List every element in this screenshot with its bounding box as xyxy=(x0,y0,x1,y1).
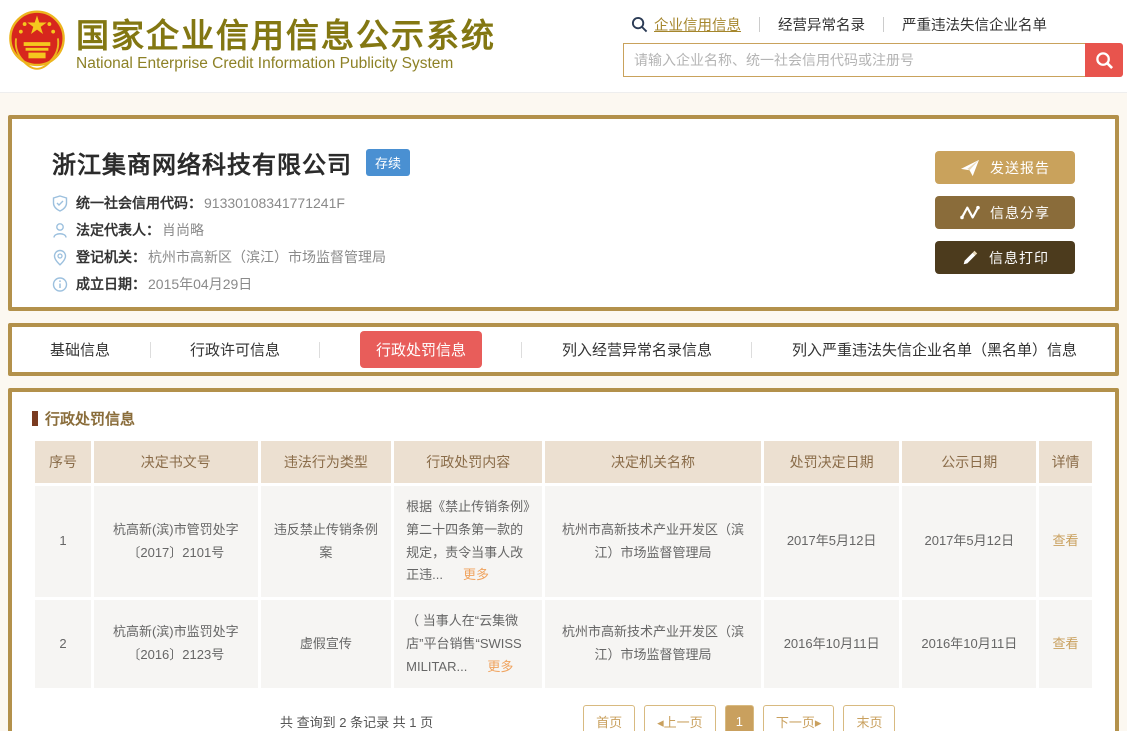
section-title-text: 行政处罚信息 xyxy=(45,408,135,429)
nav-separator xyxy=(883,17,884,32)
cell-penalty-content: 根据《禁止传销条例》第二十四条第一款的规定，责令当事人改正违...更多 xyxy=(394,486,542,597)
location-pin-icon xyxy=(52,249,68,266)
tab-abnormal-operations[interactable]: 列入经营异常名录信息 xyxy=(562,339,712,360)
field-registration-authority: 登记机关： 杭州市高新区（滨江）市场监督管理局 xyxy=(52,247,1085,267)
cell-doc-no: 杭高新(滨)市监罚处字〔2016〕2123号 xyxy=(94,600,258,688)
col-header-penalty-content: 行政处罚内容 xyxy=(394,441,542,483)
col-header-index: 序号 xyxy=(35,441,91,483)
last-page-button[interactable]: 末页 xyxy=(843,705,895,731)
credit-code-shield-icon xyxy=(52,195,68,212)
section-title: 行政处罚信息 xyxy=(32,408,1095,429)
info-circle-icon xyxy=(52,276,68,293)
col-header-publish-date: 公示日期 xyxy=(902,441,1036,483)
company-summary-card: 浙江集商网络科技有限公司 存续 统一社会信用代码： 91330108341771… xyxy=(8,115,1119,311)
send-report-button[interactable]: 发送报告 xyxy=(935,151,1075,184)
next-page-button[interactable]: 下一页▸ xyxy=(763,705,835,731)
tab-serious-violation-blacklist[interactable]: 列入严重违法失信企业名单（黑名单）信息 xyxy=(792,339,1077,360)
tab-separator xyxy=(751,342,752,358)
cell-detail: 查看 xyxy=(1039,486,1092,597)
field-label: 登记机关： xyxy=(76,247,146,267)
field-label: 统一社会信用代码： xyxy=(76,193,202,213)
search-button[interactable] xyxy=(1085,43,1123,77)
action-buttons: 发送报告 信息分享 信息打印 xyxy=(935,151,1075,286)
nav-separator xyxy=(759,17,760,32)
tab-administrative-penalty[interactable]: 行政处罚信息 xyxy=(360,331,482,368)
field-legal-representative: 法定代表人： 肖尚略 xyxy=(52,220,1085,240)
national-emblem-logo xyxy=(8,6,66,84)
search-icon xyxy=(631,16,648,33)
page-body: 浙江集商网络科技有限公司 存续 统一社会信用代码： 91330108341771… xyxy=(0,115,1127,731)
site-title: 国家企业信用信息公示系统 xyxy=(76,17,496,55)
col-header-authority: 决定机关名称 xyxy=(545,441,760,483)
col-header-doc-no: 决定书文号 xyxy=(94,441,258,483)
cell-publish-date: 2016年10月11日 xyxy=(902,600,1036,688)
company-name: 浙江集商网络科技有限公司 xyxy=(52,145,352,180)
pagination: 共 查询到 2 条记录 共 1 页 首页 ◂上一页 1 下一页▸ 末页 xyxy=(32,706,1095,731)
field-value: 杭州市高新区（滨江）市场监督管理局 xyxy=(148,247,386,267)
person-icon xyxy=(52,222,68,239)
search-bar xyxy=(623,43,1123,77)
share-info-button[interactable]: 信息分享 xyxy=(935,196,1075,229)
nav-link-abnormal-operations-list[interactable]: 经营异常名录 xyxy=(778,14,865,35)
table-row: 2 杭高新(滨)市监罚处字〔2016〕2123号 虚假宣传 （ 当事人在“云集微… xyxy=(35,600,1092,688)
tab-administrative-license[interactable]: 行政许可信息 xyxy=(190,339,280,360)
first-page-button[interactable]: 首页 xyxy=(583,705,635,731)
pencil-icon xyxy=(961,249,979,267)
cell-penalty-content: （ 当事人在“云集微店”平台销售“SWISS MILITAR...更多 xyxy=(394,600,542,688)
cell-decision-date: 2017年5月12日 xyxy=(764,486,900,597)
search-input[interactable] xyxy=(623,43,1085,77)
status-badge: 存续 xyxy=(366,149,410,176)
cell-index: 2 xyxy=(35,600,91,688)
cell-authority: 杭州市高新技术产业开发区（滨江）市场监督管理局 xyxy=(545,600,760,688)
field-value: 2015年04月29日 xyxy=(148,274,252,294)
table-header-row: 序号 决定书文号 违法行为类型 行政处罚内容 决定机关名称 处罚决定日期 公示日… xyxy=(35,441,1092,483)
field-establishment-date: 成立日期： 2015年04月29日 xyxy=(52,274,1085,294)
field-value: 91330108341771241F xyxy=(204,195,345,211)
nav-link-serious-violation-list[interactable]: 严重违法失信企业名单 xyxy=(902,14,1047,35)
field-label: 成立日期： xyxy=(76,274,146,294)
cell-index: 1 xyxy=(35,486,91,597)
cell-violation-type: 虚假宣传 xyxy=(261,600,392,688)
field-value: 肖尚略 xyxy=(162,220,204,240)
penalty-table: 序号 决定书文号 违法行为类型 行政处罚内容 决定机关名称 处罚决定日期 公示日… xyxy=(32,438,1095,691)
print-info-button[interactable]: 信息打印 xyxy=(935,241,1075,274)
section-title-bar xyxy=(32,411,38,426)
table-row: 1 杭高新(滨)市管罚处字〔2017〕2101号 违反禁止传销条例案 根据《禁止… xyxy=(35,486,1092,597)
brand: 国家企业信用信息公示系统 National Enterprise Credit … xyxy=(8,6,496,84)
section-tabs-card: 基础信息 行政许可信息 行政处罚信息 列入经营异常名录信息 列入严重违法失信企业… xyxy=(8,323,1119,376)
share-icon xyxy=(960,205,980,221)
tab-separator xyxy=(521,342,522,358)
header-nav: 企业信用信息 经营异常名录 严重违法失信企业名单 xyxy=(631,14,1123,35)
current-page-button[interactable]: 1 xyxy=(725,705,754,731)
cell-violation-type: 违反禁止传销条例案 xyxy=(261,486,392,597)
cell-doc-no: 杭高新(滨)市管罚处字〔2017〕2101号 xyxy=(94,486,258,597)
cell-detail: 查看 xyxy=(1039,600,1092,688)
results-summary: 共 查询到 2 条记录 共 1 页 xyxy=(280,712,433,731)
more-link[interactable]: 更多 xyxy=(487,659,513,674)
view-link[interactable]: 查看 xyxy=(1053,533,1079,548)
site-header: 国家企业信用信息公示系统 National Enterprise Credit … xyxy=(0,0,1127,93)
paper-plane-icon xyxy=(960,159,980,177)
cell-decision-date: 2016年10月11日 xyxy=(764,600,900,688)
view-link[interactable]: 查看 xyxy=(1053,636,1079,651)
field-credit-code: 统一社会信用代码： 91330108341771241F xyxy=(52,193,1085,213)
pager-buttons: 首页 ◂上一页 1 下一页▸ 末页 xyxy=(583,705,904,731)
col-header-detail: 详情 xyxy=(1039,441,1092,483)
header-search-area: 企业信用信息 经营异常名录 严重违法失信企业名单 xyxy=(623,14,1123,77)
penalty-info-card: 行政处罚信息 序号 决定书文号 违法行为类型 行政处罚内容 决定机关名称 处罚决… xyxy=(8,388,1119,731)
tab-basic-info[interactable]: 基础信息 xyxy=(50,339,110,360)
cell-authority: 杭州市高新技术产业开发区（滨江）市场监督管理局 xyxy=(545,486,760,597)
more-link[interactable]: 更多 xyxy=(463,567,489,582)
nav-link-enterprise-credit-info[interactable]: 企业信用信息 xyxy=(654,14,741,35)
col-header-violation-type: 违法行为类型 xyxy=(261,441,392,483)
tab-separator xyxy=(150,342,151,358)
col-header-decision-date: 处罚决定日期 xyxy=(764,441,900,483)
cell-publish-date: 2017年5月12日 xyxy=(902,486,1036,597)
search-button-icon xyxy=(1095,51,1114,70)
field-label: 法定代表人： xyxy=(76,220,160,240)
site-subtitle: National Enterprise Credit Information P… xyxy=(76,55,496,73)
tab-separator xyxy=(319,342,320,358)
prev-page-button[interactable]: ◂上一页 xyxy=(644,705,716,731)
